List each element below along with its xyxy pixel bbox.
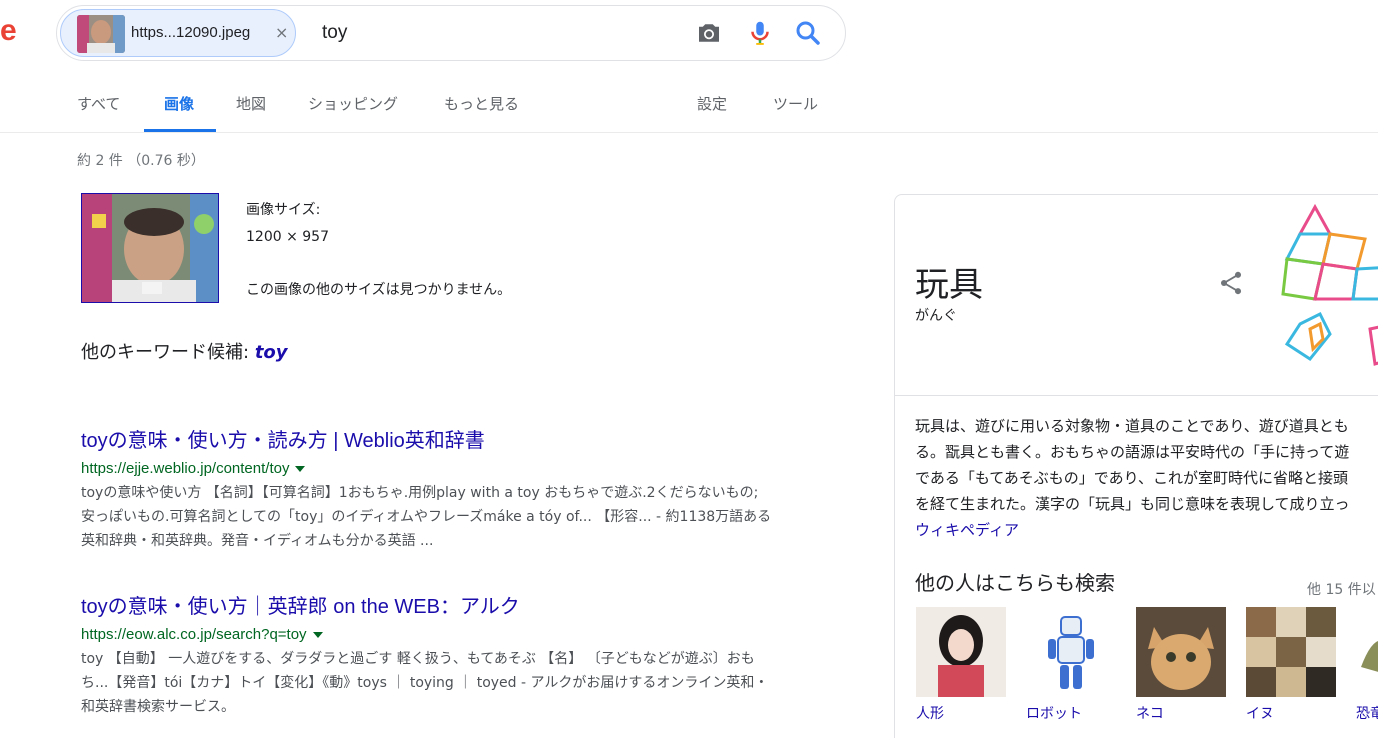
kp-description: 玩具は、遊びに用いる対象物・道具のことであり、遊び道具とも る。翫具とも書く。お… (915, 413, 1378, 543)
kp-description-line: である「もてあそぶもの」であり、これが室町時代に省略と接頭 (915, 469, 1349, 487)
also-search-label: ロボット (1026, 706, 1082, 722)
keyword-link[interactable]: toy (255, 342, 288, 363)
image-size-label: 画像サイズ: (246, 202, 321, 218)
also-search-item[interactable]: ネコ (1136, 607, 1226, 723)
share-icon[interactable] (1217, 269, 1245, 297)
also-search-label: ネコ (1136, 706, 1164, 722)
also-search-item[interactable]: 恐竜 (1356, 607, 1378, 723)
chip-thumbnail-image (77, 15, 125, 53)
active-tab-indicator (144, 129, 216, 132)
url-dropdown-icon[interactable] (295, 466, 306, 473)
google-logo[interactable]: e (0, 14, 17, 48)
query-image-thumbnail[interactable] (81, 193, 219, 303)
also-search-image (1026, 607, 1116, 697)
kp-toy-image[interactable] (1275, 199, 1378, 389)
search-input[interactable]: toy (322, 22, 347, 44)
kp-description-line: る。翫具とも書く。おもちゃの語源は平安時代の「手に持って遊 (915, 443, 1350, 461)
snippet-line: toyの意味や使い方 【名詞】【可算名詞】1おもちゃ.用例play with a… (81, 485, 759, 501)
chip-label: https...12090.jpeg (131, 24, 251, 41)
tab-all[interactable]: すべて (77, 93, 120, 114)
result-stats: 約 2 件 （0.76 秒） (77, 153, 205, 169)
kp-reading: がんぐ (915, 308, 957, 324)
also-search-image (1356, 607, 1378, 697)
tab-more[interactable]: もっと見る (444, 93, 519, 114)
result-snippet: toy 【自動】 一人遊びをする、ダラダラと過ごす 軽く扱う、もてあそぶ 【名】… (81, 647, 851, 719)
also-search-label: イヌ (1246, 706, 1274, 722)
tab-settings[interactable]: 設定 (697, 93, 727, 114)
result-title-link[interactable]: toyの意味・使い方・読み方 | Weblio英和辞書 (81, 424, 851, 453)
tab-maps[interactable]: 地図 (236, 93, 266, 114)
kp-title: 玩具 (915, 265, 983, 305)
also-search-image (1246, 607, 1336, 697)
image-info: 画像サイズ: 1200 × 957 この画像の他のサイズは見つかりません。 (246, 197, 511, 304)
kp-wikipedia-link[interactable]: ウィキペディア (915, 517, 1378, 543)
snippet-line: 和英辞書検索サービス。 (81, 699, 235, 715)
snippet-line: 安っぽいもの.可算名詞としての「toy」のイディオムやフレーズmáke a tó… (81, 509, 772, 525)
kp-description-line: 玩具は、遊びに用いる対象物・道具のことであり、遊び道具とも (915, 417, 1349, 435)
microphone-icon[interactable] (745, 18, 775, 48)
tab-images[interactable]: 画像 (164, 93, 194, 114)
kp-divider (895, 395, 1378, 396)
image-size-value: 1200 × 957 (246, 229, 329, 245)
search-box[interactable]: https...12090.jpeg × toy (56, 5, 846, 61)
search-result: toyの意味・使い方・読み方 | Weblio英和辞書 https://ejje… (81, 424, 851, 553)
also-search-item[interactable]: イヌ (1246, 607, 1336, 723)
also-search-label: 恐竜 (1356, 706, 1378, 722)
url-dropdown-icon[interactable] (312, 632, 323, 639)
also-search-item[interactable]: ロボット (1026, 607, 1116, 723)
tab-shopping[interactable]: ショッピング (308, 93, 398, 114)
knowledge-panel: 玩具 がんぐ 玩具は、遊びに用いる対象物・道具のことであり、遊び道具とも る。翫… (894, 194, 1378, 738)
kp-description-line: を経て生まれた。漢字の「玩具」も同じ意味を表現して成り立っ (915, 495, 1350, 513)
image-size-note: この画像の他のサイズは見つかりません。 (246, 282, 512, 298)
search-image-chip[interactable]: https...12090.jpeg × (60, 9, 296, 57)
result-snippet: toyの意味や使い方 【名詞】【可算名詞】1おもちゃ.用例play with a… (81, 481, 851, 553)
result-url: https://ejje.weblio.jp/content/toy (81, 460, 851, 477)
search-icon[interactable] (793, 18, 823, 48)
kp-also-search-title: 他の人はこちらも検索 (915, 571, 1115, 595)
also-search-image (1136, 607, 1226, 697)
also-search-item[interactable]: 人形 (916, 607, 1006, 723)
result-url: https://eow.alc.co.jp/search?q=toy (81, 626, 851, 643)
kp-also-search-more[interactable]: 他 15 件以 (1307, 579, 1376, 599)
snippet-line: ち...【発音】tói【カナ】トイ【変化】《動》toys ｜ toying ｜ … (81, 675, 769, 691)
result-title-link[interactable]: toyの意味・使い方｜英辞郎 on the WEB：アルク (81, 590, 851, 619)
snippet-line: toy 【自動】 一人遊びをする、ダラダラと過ごす 軽く扱う、もてあそぶ 【名】… (81, 651, 755, 667)
keyword-suggestion: 他のキーワード候補: toy (81, 338, 288, 364)
camera-icon[interactable] (694, 18, 724, 48)
snippet-line: 英和辞典・和英辞典。発音・イディオムも分かる英語 ... (81, 533, 434, 549)
also-search-label: 人形 (916, 706, 944, 722)
result-url-text: https://eow.alc.co.jp/search?q=toy (81, 626, 307, 643)
tab-tools[interactable]: ツール (773, 93, 818, 114)
keyword-prefix: 他のキーワード候補: (81, 342, 250, 363)
search-tabs: すべて 画像 地図 ショッピング もっと見る 設定 ツール (0, 80, 1378, 133)
also-search-image (916, 607, 1006, 697)
chip-close-icon[interactable]: × (275, 23, 288, 42)
result-url-text: https://ejje.weblio.jp/content/toy (81, 460, 290, 477)
search-result: toyの意味・使い方｜英辞郎 on the WEB：アルク https://eo… (81, 590, 851, 719)
